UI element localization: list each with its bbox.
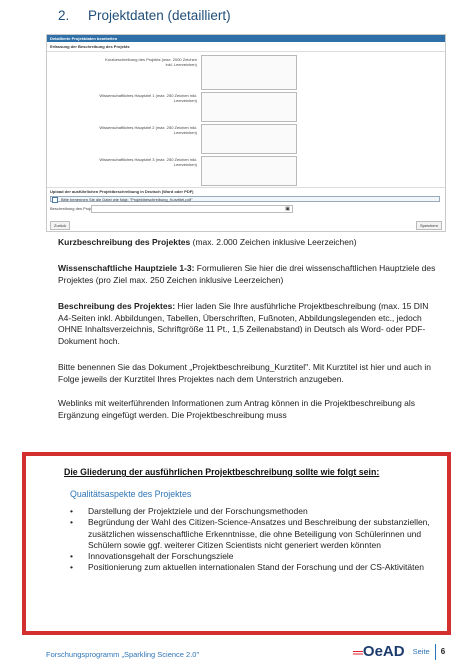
save-button[interactable]: Speichern xyxy=(415,221,442,230)
field-label-kurzbeschreibung: Kurzbeschreibung des Projekts (max. 2000… xyxy=(105,57,197,67)
outline-list: Darstellung der Projektziele und der For… xyxy=(70,506,430,574)
paragraph-kurzbeschreibung-text: (max. 2.000 Zeichen inklusive Leerzeiche… xyxy=(190,237,357,247)
page-label: Seite xyxy=(412,647,430,656)
upload-label: Upload der ausführlichen Projektbeschrei… xyxy=(50,189,194,194)
paragraph-hauptziele: Wissenschaftliche Hauptziele 1-3: Formul… xyxy=(58,263,443,286)
back-button[interactable]: Zurück xyxy=(50,221,71,230)
hauptziel-2-textarea[interactable] xyxy=(201,124,297,154)
page-heading: 2. Projektdaten (detailliert) xyxy=(58,8,231,23)
paragraph-hauptziele-bold: Wissenschaftliche Hauptziele 1-3: xyxy=(58,263,195,273)
oead-logo-mark-icon: ═ xyxy=(353,643,363,660)
field-label-hauptziel-2: Wissenschaftliches Hauptziel 2 (max. 250… xyxy=(99,125,197,135)
paragraph-kurzbeschreibung: Kurzbeschreibung des Projektes (max. 2.0… xyxy=(58,237,443,249)
form-screenshot: Detaillierte Projektdaten bearbeiten Erf… xyxy=(46,34,446,232)
oead-logo: OeAD xyxy=(362,643,405,660)
form-section-title: Erfassung der Beschreibung des Projekts xyxy=(47,42,445,52)
paragraph-beschreibung-bold: Beschreibung des Projektes: xyxy=(58,301,176,311)
file-browse-icon[interactable]: ▣ xyxy=(285,206,290,212)
outline-highlight-box: Die Gliederung der ausführlichen Projekt… xyxy=(22,452,451,635)
outline-subtitle: Qualitätsaspekte des Projektes xyxy=(70,489,192,499)
footer-right: ═ OeAD Seite 6 xyxy=(353,643,445,660)
outline-item: Innovationsgehalt der Forschungsziele xyxy=(70,551,430,563)
upload-checkbox[interactable] xyxy=(52,197,58,203)
hauptziel-1-textarea[interactable] xyxy=(201,92,297,122)
outline-item: Darstellung der Projektziele und der For… xyxy=(70,506,430,518)
footer-program: Forschungsprogramm „Sparkling Science 2.… xyxy=(46,650,200,659)
field-label-hauptziel-1: Wissenschaftliches Hauptziel 1 (max. 250… xyxy=(99,93,197,103)
beschreibung-file-select[interactable]: ▣ xyxy=(91,205,293,213)
form-divider xyxy=(47,187,445,188)
outline-item: Positionierung zum aktuellen internation… xyxy=(70,562,430,574)
upload-hint-bar[interactable]: Bitte benennen Sie die Datei wie folgt: … xyxy=(50,196,440,202)
page-divider xyxy=(434,643,436,660)
kurzbeschreibung-textarea[interactable] xyxy=(201,55,297,90)
paragraph-weblinks: Weblinks mit weiterführenden Information… xyxy=(58,398,416,420)
page-number: 6 xyxy=(440,647,446,656)
outline-title: Die Gliederung der ausführlichen Projekt… xyxy=(64,467,380,477)
form-header: Detaillierte Projektdaten bearbeiten xyxy=(47,35,445,42)
outline-item: Begründung der Wahl des Citizen-Science-… xyxy=(70,517,430,551)
field-label-hauptziel-3: Wissenschaftliches Hauptziel 3 (max. 250… xyxy=(99,157,197,167)
paragraph-dokumentname: Bitte benennen Sie das Dokument „Projekt… xyxy=(58,362,431,384)
heading-title: Projektdaten (detailliert) xyxy=(88,8,231,23)
paragraph-beschreibung: Beschreibung des Projektes: Hier laden S… xyxy=(58,301,443,347)
paragraph-kurzbeschreibung-bold: Kurzbeschreibung des Projektes xyxy=(58,237,191,247)
hauptziel-3-textarea[interactable] xyxy=(201,156,297,186)
heading-number: 2. xyxy=(58,8,70,23)
